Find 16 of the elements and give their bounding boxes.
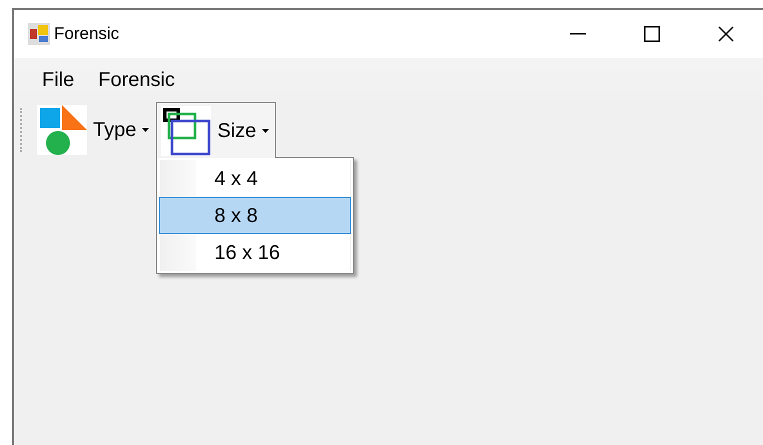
maximize-icon [644, 26, 660, 42]
menu-item[interactable]: Forensic [88, 65, 185, 95]
caret-icon [142, 128, 150, 132]
window-title: Forensic [54, 23, 120, 46]
caret-icon [262, 128, 270, 132]
squares-icon [161, 106, 212, 156]
toolbar-dropdown-button[interactable]: Type [32, 102, 156, 158]
dropdown-item[interactable]: 16 x 16 [159, 234, 352, 271]
toolbar-dropdown-button[interactable]: Size [156, 102, 276, 158]
app-icon [28, 23, 50, 45]
minimize-icon [570, 33, 586, 35]
shapes-icon [37, 105, 87, 155]
dropdown-item[interactable]: 8 x 8 [159, 197, 352, 234]
menu-item[interactable]: File [32, 65, 84, 95]
dropdown-item[interactable]: 4 x 4 [159, 160, 352, 197]
close-icon [718, 26, 734, 42]
